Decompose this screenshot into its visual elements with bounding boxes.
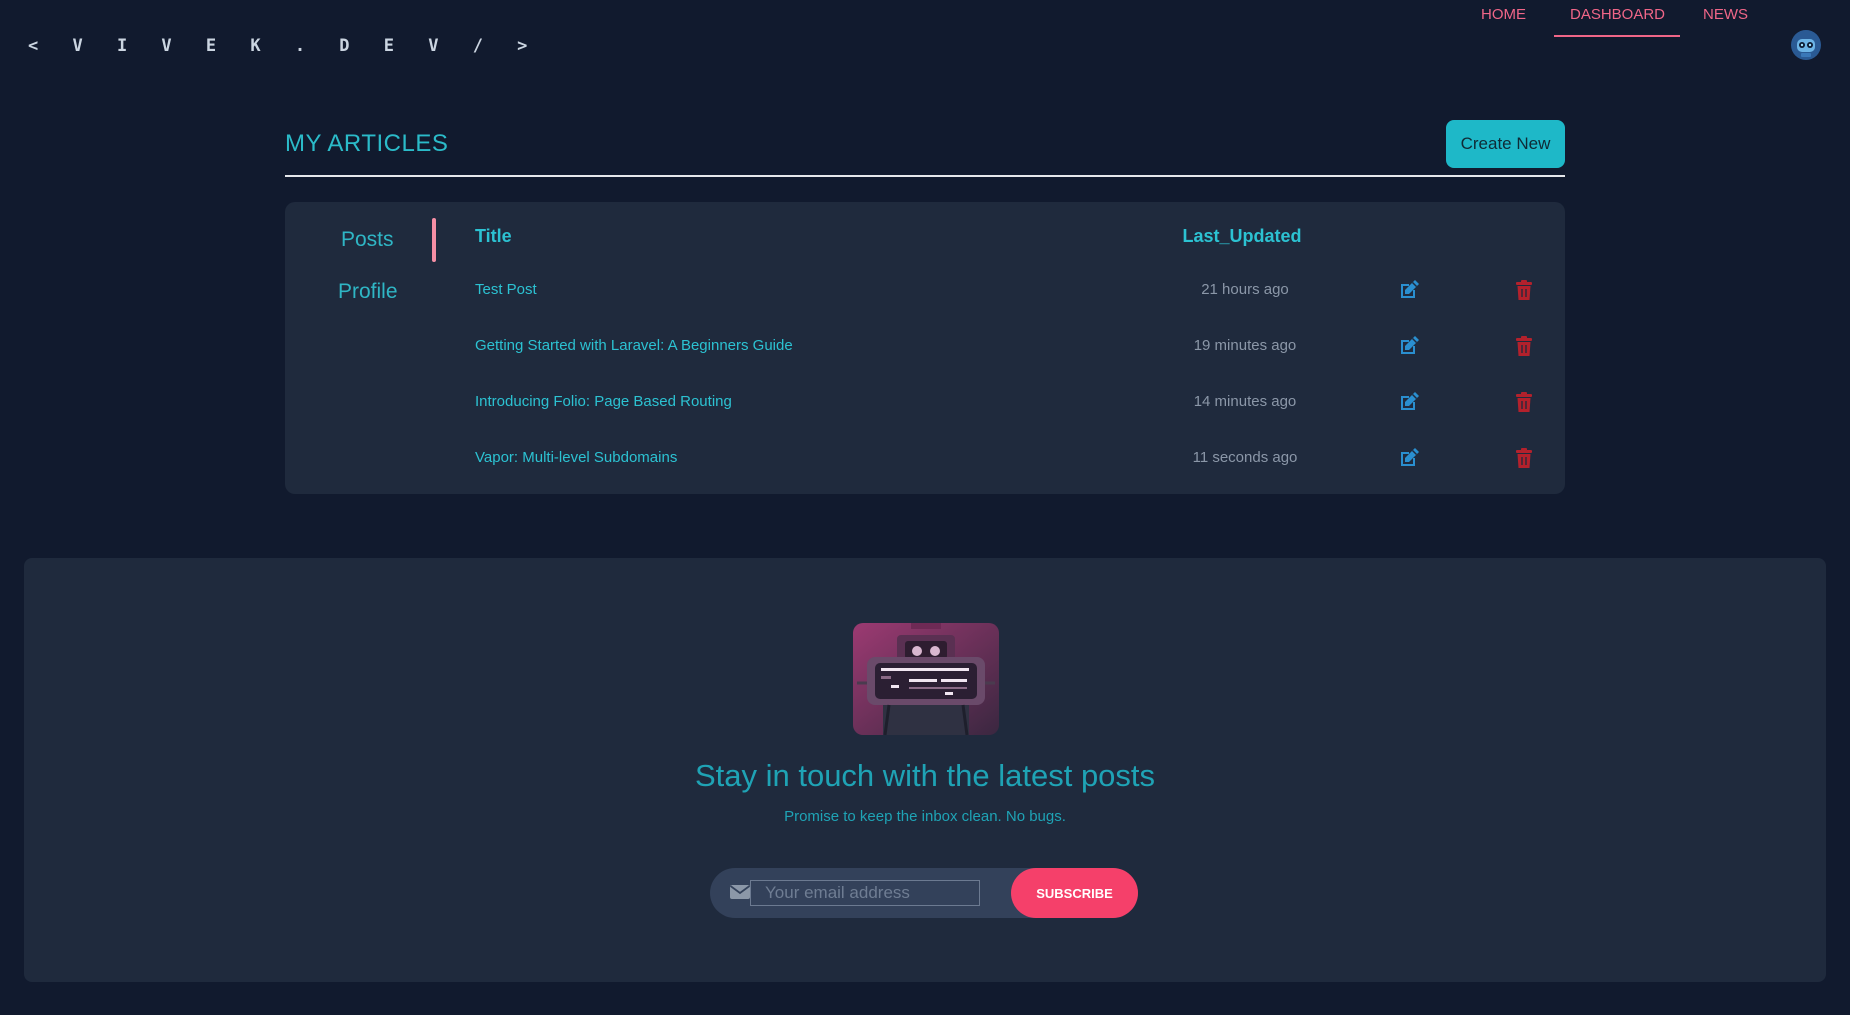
trash-icon[interactable] <box>1512 446 1536 470</box>
column-header-last-updated: Last_Updated <box>1182 226 1302 246</box>
column-header-title: Title <box>475 226 512 246</box>
nav-news-link[interactable]: NEWS <box>1703 6 1748 35</box>
subscribe-button[interactable]: SUBSCRIBE <box>1011 868 1138 918</box>
article-updated-time: 21 hours ago <box>1201 281 1289 298</box>
article-updated-time: 19 minutes ago <box>1193 337 1297 354</box>
avatar[interactable] <box>1791 30 1821 60</box>
robot-illustration <box>853 623 999 735</box>
trash-icon[interactable] <box>1512 334 1536 358</box>
create-new-button[interactable]: Create New <box>1446 120 1565 168</box>
articles-panel: Posts Profile Title Last_Updated Test Po… <box>285 202 1565 494</box>
trash-icon[interactable] <box>1512 390 1536 414</box>
email-input[interactable] <box>750 880 980 906</box>
trash-icon[interactable] <box>1512 278 1536 302</box>
section-divider <box>285 175 1565 177</box>
edit-icon[interactable] <box>1397 390 1421 414</box>
newsletter-section: Stay in touch with the latest posts Prom… <box>24 558 1826 982</box>
sidebar-item-posts[interactable]: Posts <box>341 228 394 252</box>
mail-icon <box>730 885 750 899</box>
edit-icon[interactable] <box>1397 446 1421 470</box>
sidebar-item-profile[interactable]: Profile <box>338 280 398 304</box>
newsletter-title: Stay in touch with the latest posts <box>694 758 1156 793</box>
nav-home-link[interactable]: HOME <box>1481 6 1526 35</box>
sidebar-active-indicator <box>432 218 436 262</box>
nav-dashboard-link[interactable]: DASHBOARD <box>1554 6 1681 37</box>
article-title-link[interactable]: Test Post <box>475 281 537 298</box>
site-logo[interactable]: < V I V E K . D E V / > <box>28 36 539 56</box>
article-title-link[interactable]: Vapor: Multi-level Subdomains <box>475 449 677 466</box>
page-title: MY ARTICLES <box>285 130 449 157</box>
newsletter-subtitle: Promise to keep the inbox clean. No bugs… <box>784 808 1066 825</box>
article-updated-time: 14 minutes ago <box>1193 393 1297 410</box>
article-updated-time: 11 seconds ago <box>1192 449 1298 466</box>
article-title-link[interactable]: Getting Started with Laravel: A Beginner… <box>475 337 793 354</box>
robot-avatar-icon <box>1791 30 1821 60</box>
robot-illustration-icon <box>853 623 999 735</box>
article-title-link[interactable]: Introducing Folio: Page Based Routing <box>475 393 732 410</box>
edit-icon[interactable] <box>1397 278 1421 302</box>
subscribe-form: SUBSCRIBE <box>710 868 1138 918</box>
edit-icon[interactable] <box>1397 334 1421 358</box>
